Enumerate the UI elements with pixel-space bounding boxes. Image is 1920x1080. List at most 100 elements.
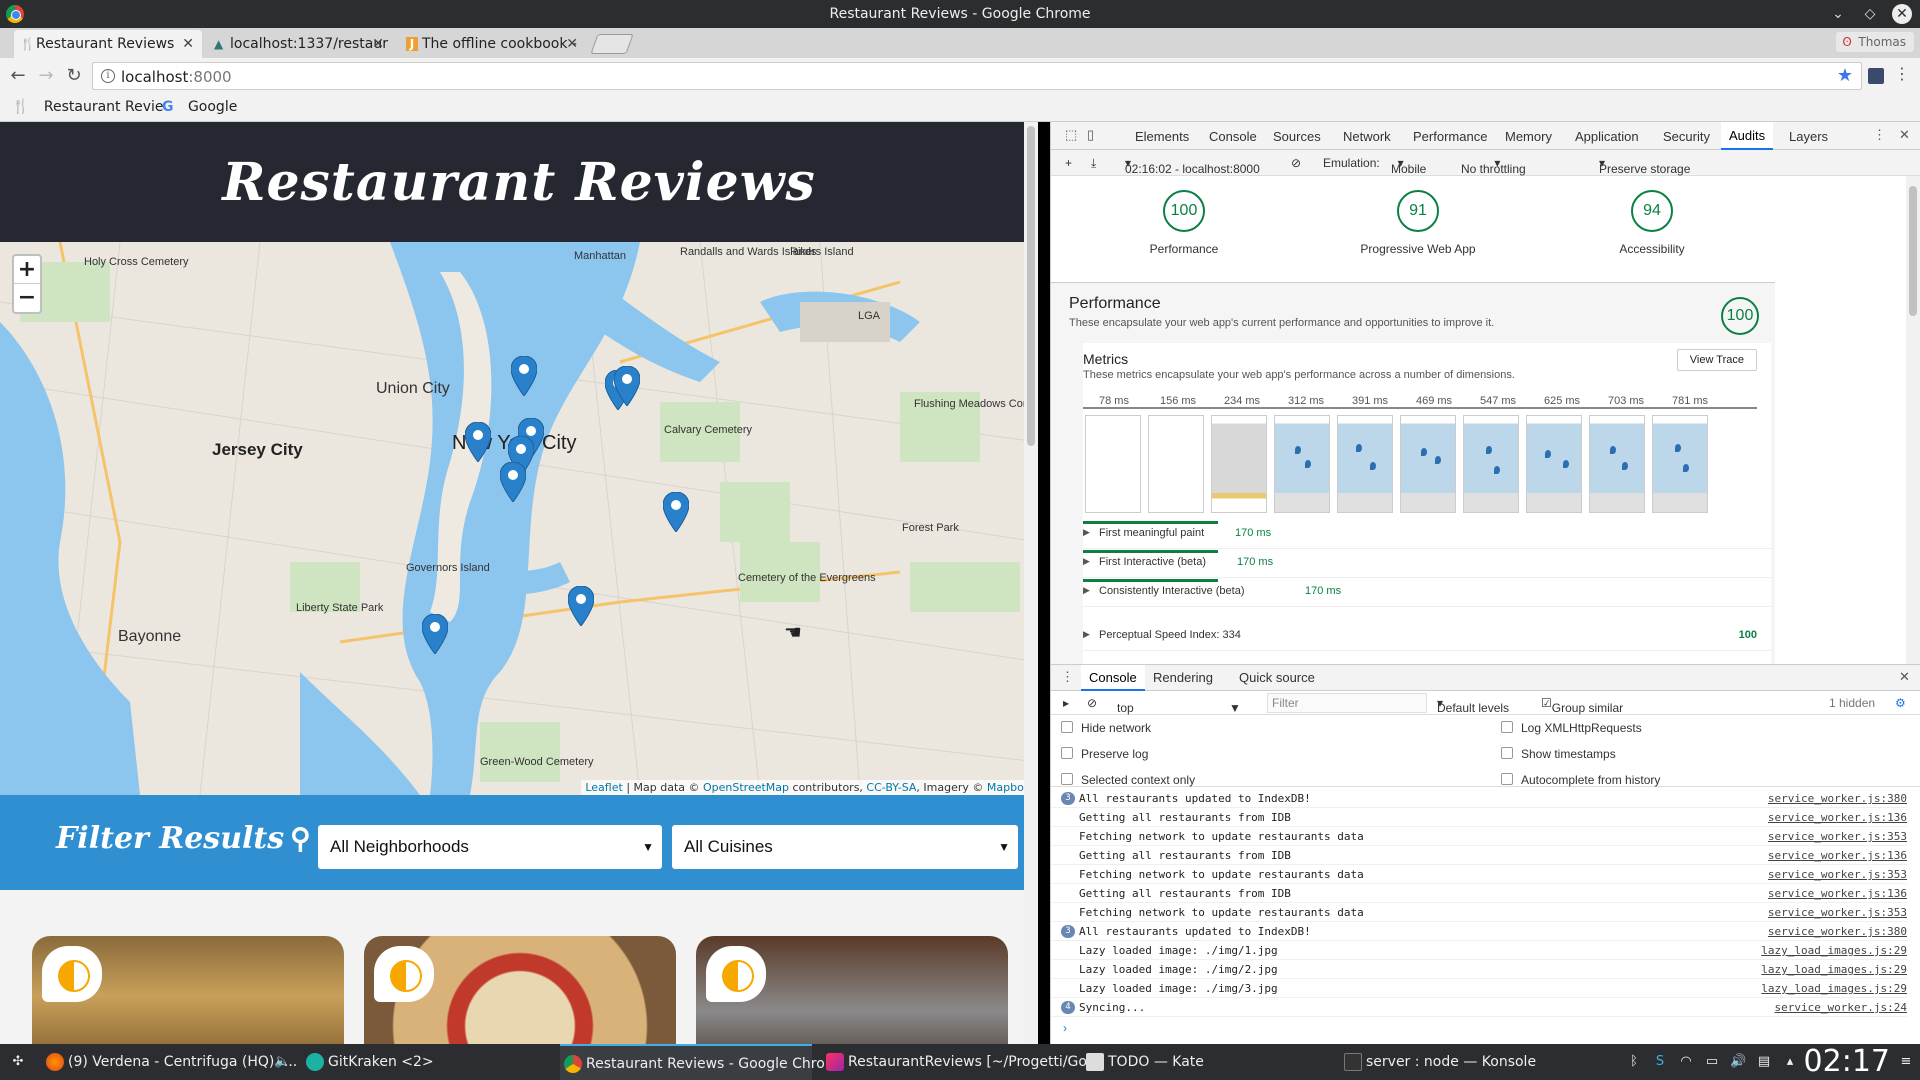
source-link[interactable]: service_worker.js:136 (1768, 887, 1907, 900)
tab-localhost-1337[interactable]: ▲ localhost:1337/restaur ✕ (208, 30, 392, 58)
tab-restaurant-reviews[interactable]: 🍴 Restaurant Reviews ✕ (14, 30, 202, 58)
metric-row[interactable]: ▶ Perceptual Speed Index: 334 100 (1083, 623, 1771, 651)
bookmark-restaurant-reviews[interactable]: 🍴 Restaurant Revie (12, 99, 164, 115)
hide-network-checkbox[interactable]: Hide network (1061, 721, 1151, 735)
zoom-in-button[interactable]: + (14, 256, 40, 284)
info-icon[interactable]: i (101, 69, 115, 83)
score-gauge-accessibility[interactable]: 94 (1631, 190, 1673, 232)
map-marker[interactable] (511, 356, 537, 396)
close-tab-icon[interactable]: ✕ (372, 30, 384, 58)
bookmark-google[interactable]: G Google (162, 99, 237, 115)
map-marker[interactable] (422, 614, 448, 654)
preserve-log-checkbox[interactable]: Preserve log (1061, 747, 1148, 761)
site-title[interactable]: Restaurant Reviews (222, 152, 816, 213)
neighborhood-select[interactable]: All Neighborhoods ▼ (318, 825, 662, 869)
inspect-element-icon[interactable]: ⬚ (1065, 128, 1079, 142)
page-scrollbar[interactable] (1024, 122, 1038, 1044)
address-bar[interactable]: i localhost:8000 ★ (92, 62, 1862, 90)
map-marker[interactable] (614, 366, 640, 406)
show-timestamps-checkbox[interactable]: Show timestamps (1501, 747, 1616, 761)
console-filter-input[interactable]: Filter (1267, 693, 1427, 713)
source-link[interactable]: service_worker.js:380 (1768, 792, 1907, 805)
taskbar-firefox[interactable]: (9) Verdena - Centrifuga (HQ) -... (42, 1044, 297, 1080)
levels-select[interactable]: Default levels ▾ (1437, 696, 1509, 715)
reload-icon[interactable]: ↻ (62, 64, 86, 88)
favorite-toggle-icon[interactable] (374, 946, 434, 1002)
report-select[interactable]: 02:16:02 - localhost:8000 ▾ (1125, 156, 1260, 176)
zoom-out-button[interactable]: − (14, 284, 40, 312)
tab-layers[interactable]: Layers (1789, 129, 1828, 144)
tab-performance[interactable]: Performance (1413, 129, 1487, 144)
drawer-menu-icon[interactable]: ⋮ (1061, 670, 1075, 684)
restaurant-map[interactable]: Union City Jersey City New York City Bay… (0, 242, 1038, 795)
source-link[interactable]: service_worker.js:136 (1768, 849, 1907, 862)
restaurant-card[interactable] (696, 936, 1008, 1044)
tab-memory[interactable]: Memory (1505, 129, 1552, 144)
favorite-toggle-icon[interactable] (42, 946, 102, 1002)
close-drawer-icon[interactable]: ✕ (1899, 670, 1913, 684)
bluetooth-icon[interactable]: ᛒ (1626, 1054, 1642, 1070)
taskbar-gitkraken[interactable]: GitKraken <2> (302, 1044, 434, 1080)
cuisine-select[interactable]: All Cuisines ▼ (672, 825, 1018, 869)
metric-row[interactable]: ▶ First meaningful paint 170 ms (1083, 521, 1771, 549)
source-link[interactable]: service_worker.js:353 (1768, 868, 1907, 881)
taskbar-chrome[interactable]: Restaurant Reviews - Google Chro... (560, 1044, 838, 1080)
tray-expand-icon[interactable]: ▴ (1782, 1054, 1798, 1070)
taskbar-konsole[interactable]: server : node — Konsole (1340, 1044, 1536, 1080)
tab-sources[interactable]: Sources (1273, 129, 1321, 144)
bookmark-star-icon[interactable]: ★ (1837, 65, 1853, 86)
speaker-icon[interactable]: 🔈 (274, 1054, 290, 1070)
map-marker[interactable] (465, 422, 491, 462)
source-link[interactable]: lazy_load_images.js:29 (1761, 963, 1907, 976)
drawer-tab-console[interactable]: Console (1081, 665, 1145, 691)
source-link[interactable]: service_worker.js:24 (1775, 1001, 1907, 1014)
view-trace-button[interactable]: View Trace (1676, 349, 1757, 371)
restaurant-card[interactable] (32, 936, 344, 1044)
selected-context-checkbox[interactable]: Selected context only (1061, 773, 1195, 787)
menu-icon[interactable]: ≡ (1898, 1054, 1914, 1070)
tab-network[interactable]: Network (1343, 129, 1391, 144)
clipboard-icon[interactable]: ▤ (1756, 1054, 1772, 1070)
score-gauge-performance[interactable]: 100 (1163, 190, 1205, 232)
clear-icon[interactable]: ⊘ (1291, 156, 1301, 170)
taskbar-intellij[interactable]: RestaurantReviews [~/Progetti/Go... (822, 1044, 1100, 1080)
emulation-select[interactable]: Mobile ▾ (1391, 156, 1426, 176)
clock[interactable]: 02:17 (1804, 1044, 1890, 1080)
drawer-tab-rendering[interactable]: Rendering (1153, 670, 1213, 685)
new-tab-button[interactable] (590, 34, 634, 54)
score-gauge-pwa[interactable]: 91 (1397, 190, 1439, 232)
source-link[interactable]: service_worker.js:353 (1768, 906, 1907, 919)
sidebar-toggle-icon[interactable]: ▸ (1063, 696, 1069, 710)
tab-audits[interactable]: Audits (1721, 122, 1774, 150)
drawer-tab-quick-source[interactable]: Quick source (1239, 670, 1315, 685)
source-link[interactable]: service_worker.js:136 (1768, 811, 1907, 824)
wifi-icon[interactable]: ◠ (1678, 1054, 1694, 1070)
autocomplete-checkbox[interactable]: Autocomplete from history (1501, 773, 1660, 787)
source-link[interactable]: service_worker.js:353 (1768, 830, 1907, 843)
console-prompt[interactable]: › (1063, 1021, 1067, 1035)
osm-link[interactable]: OpenStreetMap (703, 781, 789, 794)
minimize-icon[interactable]: ⌄ (1828, 4, 1848, 24)
taskbar-kate[interactable]: TODO — Kate (1082, 1044, 1204, 1080)
close-tab-icon[interactable]: ✕ (566, 30, 578, 58)
metric-row[interactable]: ▶ Consistently Interactive (beta) 170 ms (1083, 579, 1771, 607)
favorite-toggle-icon[interactable] (706, 946, 766, 1002)
battery-icon[interactable]: ▭ (1704, 1054, 1720, 1070)
profile-button[interactable]: Thomas (1836, 32, 1914, 52)
volume-icon[interactable]: 🔊 (1730, 1054, 1746, 1070)
throttling-select[interactable]: No throttling ▾ (1461, 156, 1526, 176)
log-xhr-checkbox[interactable]: Log XMLHttpRequests (1501, 721, 1642, 735)
source-link[interactable]: lazy_load_images.js:29 (1761, 982, 1907, 995)
storage-select[interactable]: Preserve storage ▾ (1599, 156, 1690, 176)
tab-console[interactable]: Console (1209, 129, 1257, 144)
new-audit-icon[interactable]: + (1065, 156, 1072, 170)
skype-icon[interactable]: S (1652, 1054, 1668, 1070)
report-scrollbar[interactable] (1906, 176, 1920, 664)
more-options-icon[interactable]: ⋮ (1873, 128, 1887, 142)
maximize-icon[interactable]: ◇ (1860, 4, 1880, 24)
source-link[interactable]: lazy_load_images.js:29 (1761, 944, 1907, 957)
tab-offline-cookbook[interactable]: J The offline cookbook - ✕ (400, 30, 586, 58)
map-marker[interactable] (568, 586, 594, 626)
console-settings-icon[interactable]: ⚙ (1895, 696, 1906, 710)
extension-icon[interactable] (1868, 68, 1884, 84)
